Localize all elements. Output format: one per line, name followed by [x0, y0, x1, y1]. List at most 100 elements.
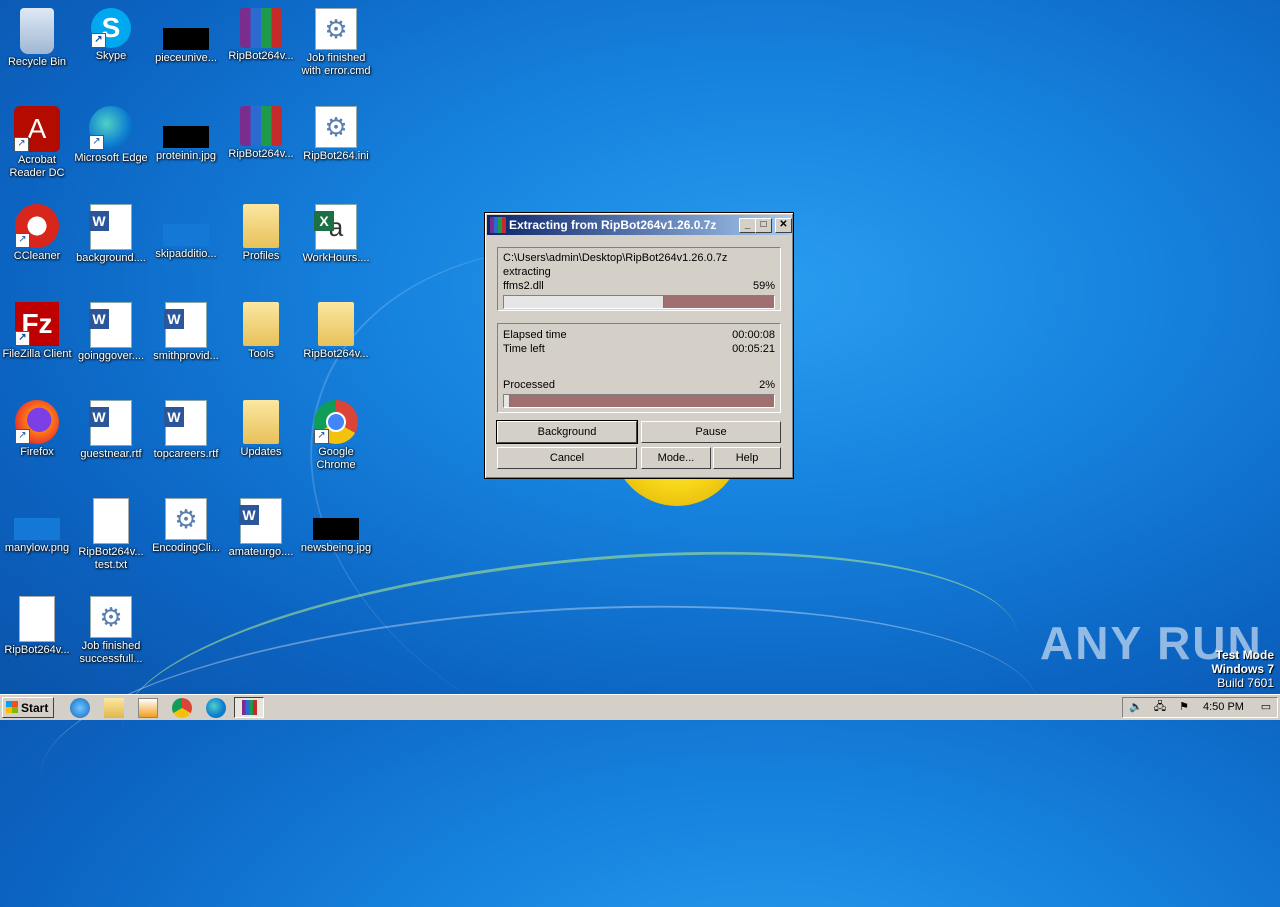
desktop-icon-label: RipBot264v...: [303, 348, 369, 360]
edge-taskbar-icon[interactable]: [206, 698, 226, 718]
desktop-icon[interactable]: amateurgo....: [224, 498, 298, 559]
desktop-icon[interactable]: RipBot264v...: [0, 596, 74, 657]
desktop-icon-label: Updates: [240, 446, 282, 458]
shortcut-arrow-icon: ↗: [89, 135, 104, 150]
desktop-icon[interactable]: S ↗ Skype: [74, 8, 148, 63]
clock[interactable]: 4:50 PM: [1203, 698, 1244, 717]
shortcut-arrow-icon: ↗: [15, 331, 30, 346]
desktop-icon[interactable]: topcareers.rtf: [149, 400, 223, 461]
shortcut-arrow-icon: ↗: [14, 137, 29, 152]
desktop-icon-label: proteinin.jpg: [156, 150, 216, 162]
desktop-icon-label: guestnear.rtf: [80, 448, 142, 460]
extraction-dialog: Extracting from RipBot264v1.26.0.7z _ □ …: [484, 212, 794, 479]
desktop-icon[interactable]: ↗ CCleaner: [0, 204, 74, 263]
desktop-icon[interactable]: ⚙ EncodingCli...: [149, 498, 223, 555]
7zip-task-button[interactable]: [234, 697, 264, 718]
desktop-icon[interactable]: RipBot264v...: [299, 302, 373, 361]
desktop-icon-label: pieceunive...: [155, 52, 217, 64]
gear-icon: ⚙: [165, 498, 207, 540]
desktop-icon[interactable]: guestnear.rtf: [74, 400, 148, 461]
watermark-line: Windows 7: [1211, 662, 1274, 676]
chrome-taskbar-icon[interactable]: [172, 698, 192, 718]
desktop-icon-label: EncodingCli...: [152, 542, 220, 554]
desktop-icon[interactable]: ↗ Google Chrome: [299, 400, 373, 472]
black-icon: [313, 518, 359, 540]
windows-logo-icon: [6, 701, 18, 713]
network-icon[interactable]: 🖧: [1153, 701, 1167, 714]
explorer-icon[interactable]: [104, 698, 124, 718]
excel-icon: a: [314, 204, 357, 250]
desktop-icon-label: Microsoft Edge: [74, 152, 148, 164]
wallpaper-streak: [109, 513, 1031, 850]
desktop-icon[interactable]: skipadditio...: [149, 204, 223, 261]
show-desktop-icon[interactable]: ▭: [1259, 701, 1273, 714]
dialog-titlebar[interactable]: Extracting from RipBot264v1.26.0.7z _ □ …: [487, 215, 792, 235]
desktop-icon[interactable]: newsbeing.jpg: [299, 498, 373, 555]
action-center-flag-icon[interactable]: ⚑: [1177, 701, 1191, 714]
processed-percent: 2%: [759, 379, 775, 391]
maximize-button[interactable]: □: [755, 218, 772, 233]
desktop-icon-label: manylow.png: [4, 542, 70, 554]
system-tray: 🔈 🖧 ⚑ 4:50 PM ▭: [1122, 697, 1278, 718]
desktop-icon[interactable]: Tools: [224, 302, 298, 361]
word-icon: [164, 302, 207, 348]
desktop-icon[interactable]: manylow.png: [0, 498, 74, 555]
background-button[interactable]: Background: [496, 420, 638, 444]
desktop-icon[interactable]: background....: [74, 204, 148, 265]
word-icon: [239, 498, 282, 544]
desktop-icon[interactable]: proteinin.jpg: [149, 106, 223, 163]
desktop-icon-label: newsbeing.jpg: [300, 542, 372, 554]
desktop-icon-label: RipBot264.ini: [303, 150, 369, 162]
desktop-icon[interactable]: Fz ↗ FileZilla Client: [0, 302, 74, 361]
volume-icon[interactable]: 🔈: [1129, 701, 1143, 714]
desktop-icon[interactable]: ↗ Firefox: [0, 400, 74, 459]
rar-icon: [240, 8, 282, 48]
desktop-icon-label: Skype: [95, 50, 127, 62]
desktop-icon[interactable]: ⚙ RipBot264.ini: [299, 106, 373, 163]
desktop-icon[interactable]: a WorkHours....: [299, 204, 373, 265]
shortcut-arrow-icon: ↗: [15, 233, 30, 248]
file-progress-bar: [503, 295, 775, 309]
time-left-value: 00:05:21: [732, 343, 775, 355]
desktop-icon[interactable]: Updates: [224, 400, 298, 459]
word-icon: [164, 400, 207, 446]
media-player-icon[interactable]: [138, 698, 158, 718]
desktop-icon[interactable]: Recycle Bin: [0, 8, 74, 69]
start-label: Start: [21, 701, 49, 715]
gear-icon: ⚙: [315, 8, 357, 50]
shortcut-arrow-icon: ↗: [15, 429, 30, 444]
desktop-icon-label: CCleaner: [13, 250, 61, 262]
desktop-icon[interactable]: smithprovid...: [149, 302, 223, 363]
close-button[interactable]: ✕: [775, 218, 792, 233]
desktop-icon[interactable]: RipBot264v...: [224, 8, 298, 63]
gear-icon: ⚙: [315, 106, 357, 148]
desktop-icon[interactable]: RipBot264v... test.txt: [74, 498, 148, 572]
desktop-icon[interactable]: A ↗ Acrobat Reader DC: [0, 106, 74, 180]
desktop-icon[interactable]: ⚙ Job finished with error.cmd: [299, 8, 373, 78]
cancel-button[interactable]: Cancel: [497, 447, 637, 469]
desktop-icon[interactable]: goinggover....: [74, 302, 148, 363]
taskbar: Start 🔈 🖧 ⚑ 4:50 PM ▭: [0, 694, 1280, 720]
start-button[interactable]: Start: [2, 697, 54, 718]
desktop-icon[interactable]: Profiles: [224, 204, 298, 263]
desktop-icon-label: Firefox: [20, 446, 54, 458]
internet-explorer-icon[interactable]: [70, 698, 90, 718]
desktop-icon-label: RipBot264v...: [228, 148, 294, 160]
elapsed-value: 00:00:08: [732, 329, 775, 341]
wallpaper-streak: [32, 575, 1048, 907]
mode-button[interactable]: Mode...: [641, 447, 711, 469]
black-icon: [163, 126, 209, 148]
time-left-label: Time left: [503, 343, 545, 355]
minimize-button[interactable]: _: [739, 218, 756, 233]
desktop-icon[interactable]: ↗ Microsoft Edge: [74, 106, 148, 165]
pause-button[interactable]: Pause: [641, 421, 781, 443]
desktop-icon[interactable]: RipBot264v...: [224, 106, 298, 161]
desktop-icon-label: Google Chrome: [316, 446, 356, 471]
blue-icon: [163, 224, 209, 246]
desktop-icon[interactable]: ⚙ Job finished successfull...: [74, 596, 148, 666]
txt-icon: [19, 596, 55, 642]
desktop-icon-label: Recycle Bin: [7, 56, 67, 68]
help-button[interactable]: Help: [713, 447, 781, 469]
ccl-icon: ↗: [15, 204, 59, 248]
desktop-icon[interactable]: pieceunive...: [149, 8, 223, 65]
